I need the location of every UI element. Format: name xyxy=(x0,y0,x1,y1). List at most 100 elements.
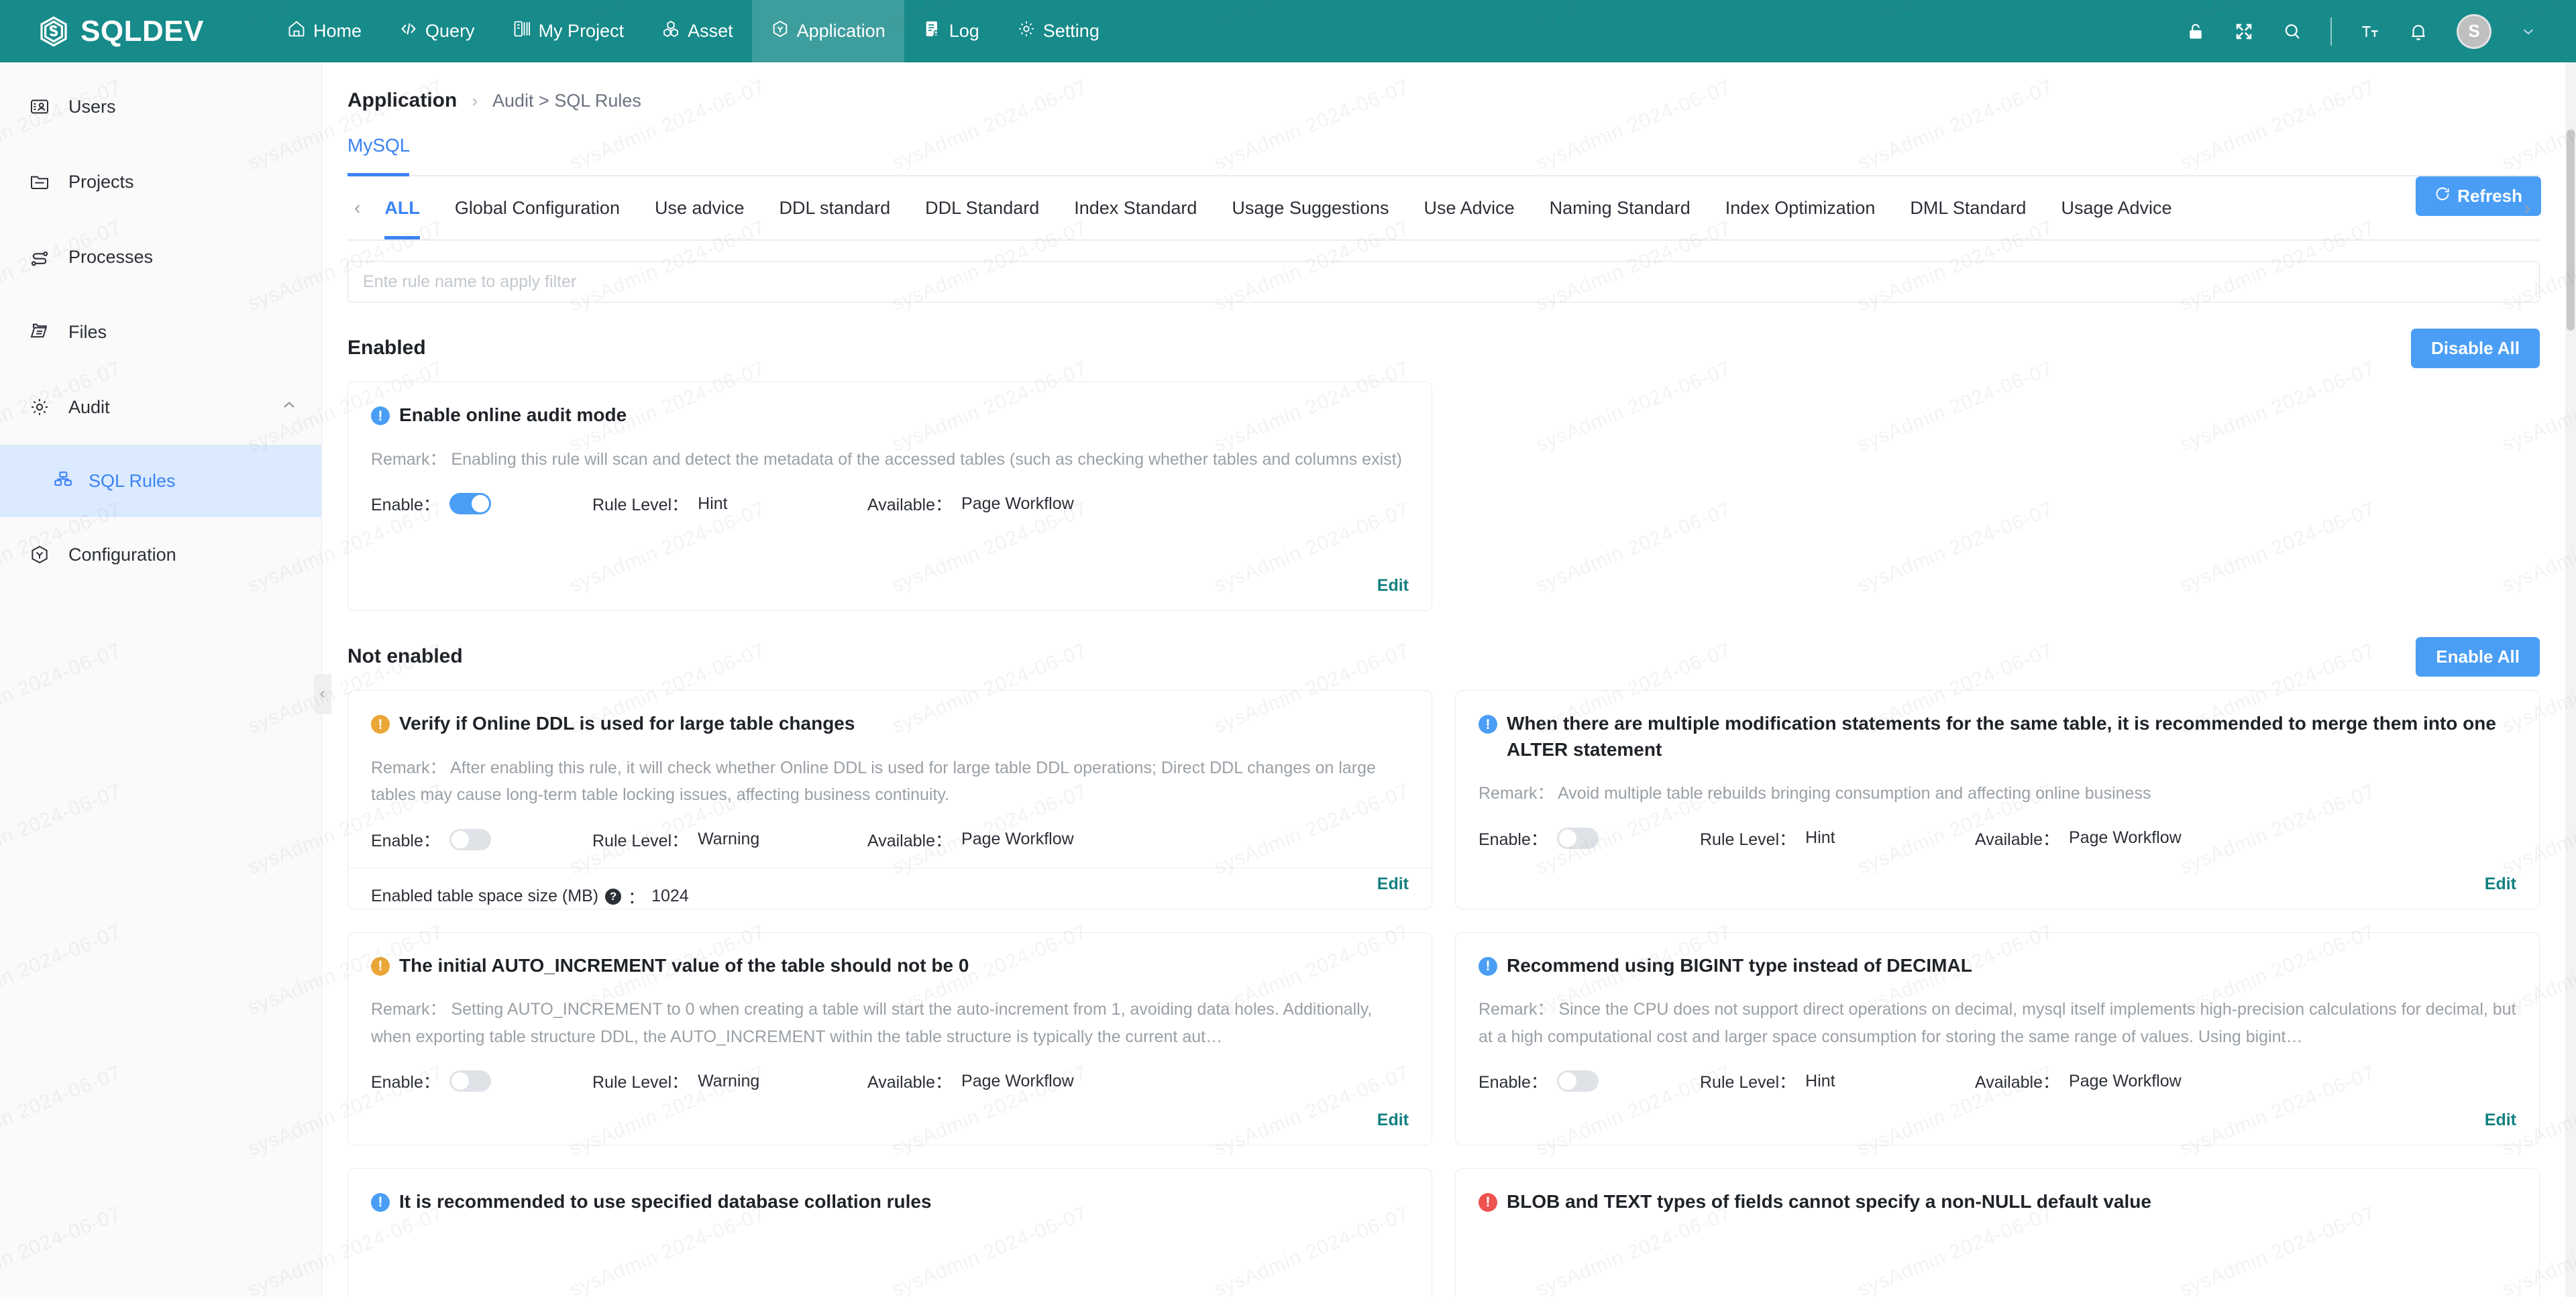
nav-item-home[interactable]: Home xyxy=(268,0,380,62)
breadcrumb-current: Audit > SQL Rules xyxy=(492,90,641,111)
tab-mysql[interactable]: MySQL xyxy=(347,135,410,166)
brand-logo-area[interactable]: SQLDEV xyxy=(0,15,268,48)
rule-enable-cell: Enable： xyxy=(1479,1069,1700,1093)
rule-level-value: Hint xyxy=(1805,1071,1835,1090)
category-tab-usage-advice[interactable]: Usage Advice xyxy=(2043,198,2189,219)
category-tab-naming-standard[interactable]: Naming Standard xyxy=(1532,198,1708,219)
category-tab-bar: ‹ ALL Global Configuration Use advice DD… xyxy=(347,176,2540,241)
process-icon xyxy=(28,246,51,268)
nav-item-log[interactable]: Log xyxy=(904,0,998,62)
nav-label: Log xyxy=(949,21,979,41)
bell-icon[interactable] xyxy=(2408,21,2428,42)
enable-toggle[interactable] xyxy=(449,493,491,515)
rule-card[interactable]: ! It is recommended to use specified dat… xyxy=(347,1168,1432,1297)
nav-item-application[interactable]: Application xyxy=(751,0,904,62)
rule-card-title-row: ! Enable online audit mode xyxy=(371,402,1409,429)
nav-item-my-project[interactable]: My Project xyxy=(494,0,643,62)
rule-title: BLOB and TEXT types of fields cannot spe… xyxy=(1507,1190,2151,1212)
enable-toggle[interactable] xyxy=(1556,1070,1599,1092)
breadcrumb-root[interactable]: Application xyxy=(347,89,457,112)
sidebar-item-label: Processes xyxy=(68,246,154,267)
rule-meta-row: Enable： Rule Level： Warning Available： P… xyxy=(371,828,1409,852)
rule-meta-row: Enable： Rule Level： Hint Available： Page… xyxy=(1479,1069,2516,1093)
rule-card[interactable]: ! When there are multiple modification s… xyxy=(1455,690,2540,909)
category-tab-use-advice-2[interactable]: Use Advice xyxy=(1407,198,1532,219)
nav-item-query[interactable]: Query xyxy=(380,0,494,62)
category-tab-index-optimization[interactable]: Index Optimization xyxy=(1708,198,1893,219)
section-header-enabled: Enabled Disable All xyxy=(347,327,2540,370)
category-tab-index-standard[interactable]: Index Standard xyxy=(1057,198,1214,219)
edit-link[interactable]: Edit xyxy=(2485,875,2516,894)
category-next-arrow[interactable]: › xyxy=(2518,197,2537,219)
edit-link[interactable]: Edit xyxy=(1377,875,1409,894)
vertical-scrollbar-thumb[interactable] xyxy=(2567,129,2575,331)
nav-label: Application xyxy=(796,21,885,41)
sidebar-collapse-handle[interactable] xyxy=(314,674,331,714)
sidebar-item-users[interactable]: Users xyxy=(0,69,321,144)
section-header-not-enabled: Not enabled Enable All xyxy=(347,635,2540,678)
rule-card-title-row: ! BLOB and TEXT types of fields cannot s… xyxy=(1479,1189,2516,1215)
rule-available-cell: Available： Page Workflow xyxy=(867,828,1074,852)
enable-label: Enable： xyxy=(1479,830,1548,849)
rule-available-cell: Available： Page Workflow xyxy=(867,1069,1074,1093)
lock-icon[interactable] xyxy=(2186,21,2206,42)
category-tab-global-configuration[interactable]: Global Configuration xyxy=(437,198,637,219)
enable-label: Enable： xyxy=(1479,1073,1548,1092)
severity-error-icon: ! xyxy=(1479,1192,1497,1212)
rule-card-title-row: ! Verify if Online DDL is used for large… xyxy=(371,711,1409,737)
rule-card[interactable]: ! BLOB and TEXT types of fields cannot s… xyxy=(1455,1168,2540,1297)
avatar[interactable]: S xyxy=(2457,13,2491,49)
rule-level-value: Warning xyxy=(698,1071,760,1090)
rule-available-cell: Available： Page Workflow xyxy=(867,492,1074,516)
sidebar-item-processes[interactable]: Processes xyxy=(0,219,321,294)
enable-toggle[interactable] xyxy=(449,828,491,850)
rule-card[interactable]: ! The initial AUTO_INCREMENT value of th… xyxy=(347,932,1432,1145)
edit-link[interactable]: Edit xyxy=(2485,1111,2516,1130)
rule-title: When there are multiple modification sta… xyxy=(1507,713,2496,760)
disable-all-button[interactable]: Disable All xyxy=(2411,328,2540,368)
enable-all-button[interactable]: Enable All xyxy=(2416,636,2540,677)
search-icon[interactable] xyxy=(2282,21,2302,42)
category-tab-ddl-standard-lower[interactable]: DDL standard xyxy=(762,198,908,219)
category-tab-all[interactable]: ALL xyxy=(367,198,437,239)
help-icon[interactable]: ? xyxy=(605,888,622,905)
available-label: Available： xyxy=(867,1073,953,1092)
edit-link[interactable]: Edit xyxy=(1377,576,1409,596)
rule-filter-input[interactable] xyxy=(347,261,2540,302)
rule-title: It is recommended to use specified datab… xyxy=(399,1190,932,1212)
folder-icon xyxy=(28,171,51,192)
rule-card[interactable]: ! Verify if Online DDL is used for large… xyxy=(347,690,1432,909)
enable-toggle[interactable] xyxy=(449,1070,491,1092)
category-prev-arrow[interactable]: ‹ xyxy=(347,197,367,219)
sidebar-item-configuration[interactable]: Configuration xyxy=(0,517,321,592)
rule-level-label: Rule Level： xyxy=(1700,830,1796,849)
severity-hint-icon: ! xyxy=(1479,956,1497,976)
sidebar-item-projects[interactable]: Projects xyxy=(0,144,321,219)
vertical-scrollbar-track[interactable] xyxy=(2565,62,2576,1297)
rule-enable-cell: Enable： xyxy=(371,492,592,516)
sidebar-item-files[interactable]: Files xyxy=(0,294,321,370)
font-size-icon[interactable] xyxy=(2360,21,2380,42)
top-nav-items: Home Query My Project Asset Application … xyxy=(268,0,1118,62)
category-tab-usage-suggestions[interactable]: Usage Suggestions xyxy=(1214,198,1406,219)
severity-warning-icon: ! xyxy=(371,715,390,734)
chevron-up-icon[interactable] xyxy=(280,396,299,419)
enable-label: Enable： xyxy=(371,1073,440,1092)
enable-toggle[interactable] xyxy=(1556,827,1599,849)
rule-card[interactable]: ! Enable online audit mode Remark： Enabl… xyxy=(347,382,1432,611)
fullscreen-icon[interactable] xyxy=(2234,21,2254,42)
sidebar-item-sql-rules[interactable]: SQL Rules xyxy=(0,445,321,517)
nav-item-setting[interactable]: Setting xyxy=(998,0,1118,62)
available-value: Page Workflow xyxy=(2069,1071,2182,1090)
category-tab-ddl-standard[interactable]: DDL Standard xyxy=(908,198,1057,219)
category-tab-dml-standard[interactable]: DML Standard xyxy=(1892,198,2043,219)
sidebar-item-audit[interactable]: Audit xyxy=(0,370,321,445)
chevron-down-icon[interactable] xyxy=(2520,23,2537,40)
nav-item-asset[interactable]: Asset xyxy=(643,0,752,62)
database-tab-row: MySQL xyxy=(347,135,2540,176)
divider xyxy=(2330,17,2332,46)
category-tab-use-advice[interactable]: Use advice xyxy=(637,198,762,219)
edit-link[interactable]: Edit xyxy=(1377,1111,1409,1130)
breadcrumb: Application › Audit > SQL Rules xyxy=(322,62,2565,112)
rule-card[interactable]: ! Recommend using BIGINT type instead of… xyxy=(1455,932,2540,1145)
